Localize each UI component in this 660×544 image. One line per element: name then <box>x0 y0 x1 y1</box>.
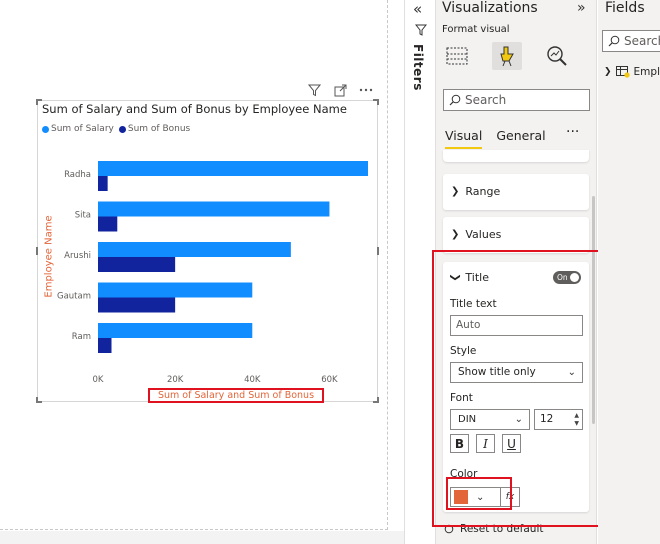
canvas-bottom-strip <box>0 531 404 544</box>
reset-icon <box>444 524 454 534</box>
y-tick-label: Gautam <box>57 292 91 302</box>
expand-filters-icon[interactable]: « <box>413 0 422 18</box>
more-options-icon[interactable] <box>357 82 375 98</box>
y-tick-label: Sita <box>75 211 91 221</box>
previous-section-card <box>443 150 589 162</box>
x-tick-label: 0K <box>93 375 104 385</box>
style-dropdown[interactable]: Show title only ⌄ <box>450 362 583 383</box>
font-family-value: DIN <box>458 414 477 425</box>
conditional-formatting-button[interactable]: fx <box>500 487 520 507</box>
bar-salary[interactable] <box>98 201 330 217</box>
chevron-down-icon: ⌄ <box>514 414 523 425</box>
more-options-icon[interactable]: ··· <box>566 124 579 140</box>
range-section[interactable]: ❯ Range <box>443 174 589 210</box>
title-toggle[interactable]: On <box>553 270 581 284</box>
bar-bonus[interactable] <box>98 297 176 313</box>
format-visual-label: Format visual <box>442 24 510 35</box>
reset-to-default-link[interactable]: Reset to default <box>444 523 544 535</box>
style-label: Style <box>450 345 477 357</box>
bar-bonus[interactable] <box>98 176 108 191</box>
chevron-down-icon[interactable]: ❯ <box>450 273 461 281</box>
build-visual-icon[interactable] <box>442 42 472 70</box>
x-tick-label: 20K <box>167 375 184 385</box>
y-tick-label: Ram <box>72 332 91 342</box>
table-icon <box>615 66 630 78</box>
values-section-label: Values <box>465 227 502 241</box>
filters-pane-collapsed[interactable]: « Filters <box>404 0 436 544</box>
filter-icon <box>415 24 427 36</box>
bar-chart-visual[interactable]: Sum of Salary and Sum of Bonus by Employ… <box>36 99 379 403</box>
color-swatch <box>454 490 468 504</box>
filters-label: Filters <box>411 44 425 91</box>
range-section-label: Range <box>465 184 501 198</box>
values-section[interactable]: ❯ Values <box>443 217 589 253</box>
search-placeholder: Search <box>465 93 507 107</box>
font-size-stepper[interactable]: 12 ▲ ▼ <box>534 409 583 430</box>
visualizations-pane: Visualizations » Format visual Search Vi… <box>436 0 597 544</box>
format-subtabs: Visual General <box>445 128 546 149</box>
search-icon <box>449 94 461 106</box>
bar-salary[interactable] <box>98 242 291 257</box>
title-section: ❯ Title On Title text Auto Style Show ti… <box>443 262 589 512</box>
title-section-label: Title <box>465 270 489 284</box>
bold-button[interactable]: B <box>450 434 469 453</box>
underline-button[interactable]: U <box>502 434 521 453</box>
font-family-dropdown[interactable]: DIN ⌄ <box>450 409 530 430</box>
tab-visual[interactable]: Visual <box>445 128 483 149</box>
format-visual-icon[interactable] <box>492 42 522 70</box>
analytics-icon[interactable] <box>542 42 572 70</box>
tab-general[interactable]: General <box>496 128 545 149</box>
italic-button[interactable]: I <box>476 434 495 453</box>
bar-salary[interactable] <box>98 282 253 298</box>
format-search-input[interactable]: Search <box>443 89 590 111</box>
y-tick-label: Arushi <box>64 251 91 261</box>
fields-pane: Fields Search ❯ Employee <box>598 0 660 544</box>
chevron-right-icon: ❯ <box>451 228 460 240</box>
fields-search-placeholder: Search <box>624 34 660 48</box>
font-size-value: 12 <box>540 413 554 425</box>
collapse-visualizations-icon[interactable]: » <box>577 0 586 16</box>
search-icon <box>608 35 620 47</box>
power-bi-window: Sum of Salary and Sum of Bonus by Employ… <box>0 0 660 544</box>
filter-icon[interactable] <box>305 82 323 98</box>
increment-icon[interactable]: ▲ <box>574 412 579 420</box>
visual-header <box>305 82 375 98</box>
fields-table-employee[interactable]: ❯ Employee <box>604 66 660 78</box>
visualizations-title: Visualizations <box>442 0 538 16</box>
chart-plot-area: Radha Sita Arushi Gautam Ram 0K 20K 40K 60K <box>57 161 368 385</box>
chevron-right-icon: ❯ <box>451 185 460 197</box>
reset-label: Reset to default <box>460 523 544 535</box>
x-tick-label: 40K <box>244 375 261 385</box>
color-label: Color <box>450 468 478 480</box>
bar-salary[interactable] <box>98 161 368 176</box>
chevron-right-icon: ❯ <box>604 67 612 77</box>
bar-bonus[interactable] <box>98 216 118 232</box>
x-axis-title: Sum of Salary and Sum of Bonus <box>148 388 324 403</box>
fields-title: Fields <box>605 0 645 16</box>
x-tick-label: 60K <box>321 375 338 385</box>
toggle-label: On <box>557 272 568 282</box>
chevron-down-icon: ⌄ <box>476 491 485 503</box>
toggle-knob <box>570 272 579 282</box>
bar-bonus[interactable] <box>98 257 176 272</box>
title-text-label: Title text <box>450 298 497 310</box>
y-tick-label: Radha <box>64 170 91 180</box>
bar-bonus[interactable] <box>98 338 112 353</box>
style-value: Show title only <box>458 366 536 378</box>
fields-search-input[interactable]: Search <box>602 30 660 52</box>
pane-scrollbar-thumb[interactable] <box>592 196 595 424</box>
title-text-input[interactable]: Auto <box>450 315 583 336</box>
decrement-icon[interactable]: ▼ <box>574 420 579 428</box>
bar-salary[interactable] <box>98 323 253 338</box>
table-name: Employee <box>633 66 660 78</box>
focus-mode-icon[interactable] <box>331 82 349 98</box>
font-label: Font <box>450 392 473 404</box>
chevron-down-icon: ⌄ <box>567 367 576 378</box>
viz-mode-icons <box>442 42 572 70</box>
